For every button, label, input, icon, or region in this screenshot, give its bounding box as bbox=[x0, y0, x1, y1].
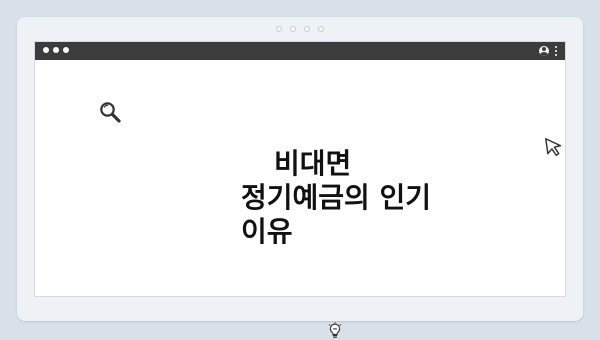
page-headline: 비대면 정기예금의 인기 이유 bbox=[241, 147, 501, 249]
frame-dots bbox=[17, 26, 583, 32]
more-vertical-icon[interactable] bbox=[555, 46, 557, 56]
search-icon bbox=[100, 102, 121, 123]
menu-dot bbox=[555, 54, 557, 56]
frame-dot bbox=[318, 26, 324, 32]
menu-dot bbox=[555, 50, 557, 52]
lightbulb-icon bbox=[328, 322, 342, 338]
browser-window: 비대면 정기예금의 인기 이유 bbox=[34, 41, 566, 338]
headline-line-1: 비대면 bbox=[274, 147, 352, 180]
browser-titlebar bbox=[35, 42, 565, 60]
window-control-minimize[interactable] bbox=[53, 47, 59, 53]
headline-line-2: 정기예금의 인기 bbox=[241, 181, 432, 214]
window-control-close[interactable] bbox=[43, 47, 49, 53]
window-controls bbox=[43, 47, 69, 53]
menu-dot bbox=[555, 46, 557, 48]
frame-dot bbox=[290, 26, 296, 32]
frame-dot bbox=[276, 26, 282, 32]
profile-icon[interactable] bbox=[539, 46, 549, 56]
cursor-icon bbox=[545, 138, 562, 156]
frame-dot bbox=[304, 26, 310, 32]
window-control-maximize[interactable] bbox=[63, 47, 69, 53]
headline-line-3: 이유 bbox=[241, 215, 293, 248]
presentation-frame: 비대면 정기예금의 인기 이유 bbox=[17, 17, 583, 338]
